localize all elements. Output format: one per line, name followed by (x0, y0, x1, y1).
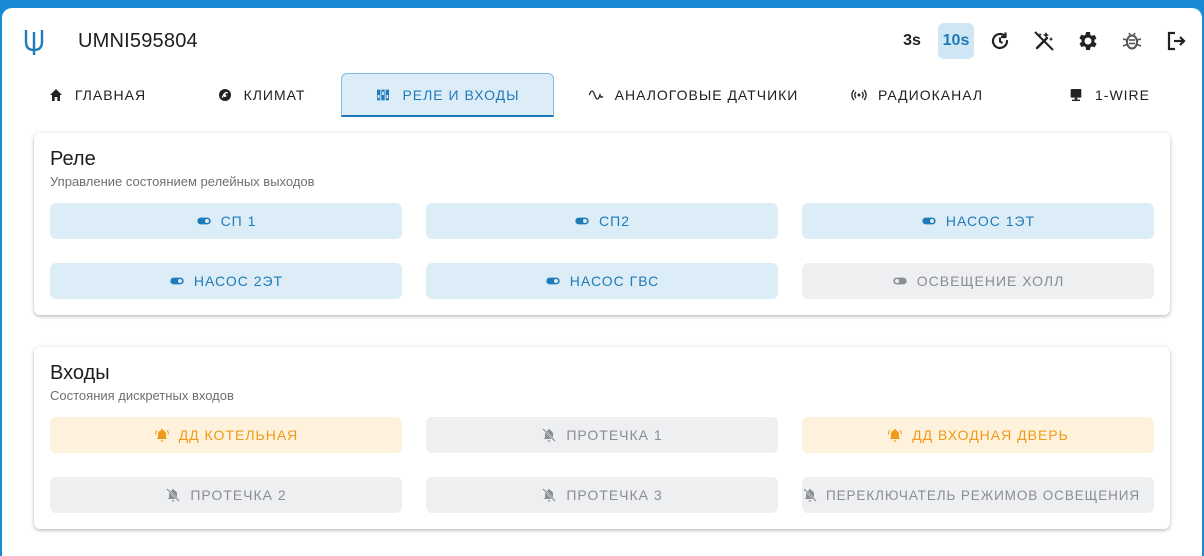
radio-icon (851, 89, 867, 101)
bell-off-icon (542, 488, 557, 502)
input-status: ПРОТЕЧКА 3 (426, 477, 778, 513)
settings-button[interactable] (1070, 23, 1106, 59)
header: UMNI595804 3s 10s (2, 8, 1202, 72)
inputs-title: Входы (50, 362, 110, 384)
input-label: ДД КОТЕЛЬНАЯ (178, 427, 299, 443)
relay-label: НАСОС ГВС (569, 273, 660, 289)
tab-label: КЛИМАТ (243, 87, 306, 103)
tab-analog-sensors[interactable]: АНАЛОГОВЫЕ ДАТЧИКИ (554, 73, 832, 117)
interval-3s-button[interactable]: 3s (894, 23, 930, 59)
bell-ring-icon (888, 429, 903, 442)
sine-wave-icon (588, 90, 603, 100)
refresh-button[interactable] (982, 23, 1018, 59)
input-label: ПРОТЕЧКА 3 (566, 487, 663, 503)
toggle-off-icon (893, 277, 907, 285)
toggle-on-icon (575, 217, 589, 225)
tab-1-wire[interactable]: 1-WIRE (1024, 73, 1194, 117)
toggle-on-icon (170, 277, 184, 285)
relays-title: Реле (50, 148, 96, 170)
interval-10s-button[interactable]: 10s (938, 23, 974, 59)
inputs-subtitle: Состояния дискретных входов (50, 388, 234, 403)
relay-button[interactable]: НАСОС 1ЭТ (802, 203, 1154, 239)
tab-home[interactable]: ГЛАВНАЯ (12, 73, 182, 117)
history-refresh-icon (991, 32, 1009, 50)
tab-bar: ГЛАВНАЯ КЛИМАТ РЕЛЕ И ВХОДЫ АНАЛОГОВЫЕ Д… (2, 72, 1202, 118)
relays-card: Реле Управление состоянием релейных выхо… (34, 133, 1170, 315)
toggle-on-icon (922, 217, 936, 225)
bell-off-icon (803, 488, 817, 502)
bell-ring-icon (154, 429, 169, 442)
tab-label: 1-WIRE (1095, 87, 1150, 103)
logout-button[interactable] (1158, 23, 1194, 59)
gear-icon (1079, 32, 1097, 50)
tab-climate[interactable]: КЛИМАТ (182, 73, 340, 117)
relay-label: СП 1 (220, 213, 257, 229)
tab-label: ГЛАВНАЯ (74, 87, 147, 103)
toggle-on-icon (196, 217, 211, 225)
relay-icon (377, 89, 390, 100)
input-status: ДД ВХОДНАЯ ДВЕРЬ (802, 417, 1154, 453)
relay-label: НАСОС 2ЭТ (193, 273, 284, 289)
device-name: UMNI595804 (78, 30, 198, 52)
input-label: ПРОТЕЧКА 1 (566, 427, 663, 443)
bell-off-icon (542, 428, 557, 442)
relay-label: ОСВЕЩЕНИЕ ХОЛЛ (916, 273, 1065, 289)
toggle-on-icon (546, 277, 560, 285)
input-label: ДД ВХОДНАЯ ДВЕРЬ (912, 427, 1069, 443)
relay-button[interactable]: ОСВЕЩЕНИЕ ХОЛЛ (802, 263, 1154, 299)
logo-icon (24, 30, 44, 55)
relay-button[interactable]: НАСОС 2ЭТ (50, 263, 402, 299)
auto-fix-off-icon (1034, 31, 1054, 51)
tab-relays-inputs[interactable]: РЕЛЕ И ВХОДЫ (341, 73, 554, 117)
input-status: ПРОТЕЧКА 2 (50, 477, 402, 513)
bell-off-icon (166, 488, 181, 502)
magic-off-button[interactable] (1026, 23, 1062, 59)
tab-label: РЕЛЕ И ВХОДЫ (402, 86, 520, 103)
home-icon (49, 89, 62, 101)
one-wire-icon (1070, 89, 1082, 101)
relay-label: НАСОС 1ЭТ (945, 213, 1036, 229)
tab-label: РАДИОКАНАЛ (877, 87, 984, 103)
relay-button[interactable]: НАСОС ГВС (426, 263, 778, 299)
input-status: ДД КОТЕЛЬНАЯ (50, 417, 402, 453)
climate-icon (218, 89, 231, 101)
debug-button[interactable] (1114, 23, 1150, 59)
relay-button[interactable]: СП 1 (50, 203, 402, 239)
relays-subtitle: Управление состоянием релейных выходов (50, 174, 315, 189)
app-window: UMNI595804 3s 10s ГЛАВНАЯ КЛИМАТ РЕЛЕ И … (2, 8, 1202, 556)
logout-icon (1167, 31, 1186, 51)
relay-label: СП2 (599, 213, 630, 229)
input-label: ПЕРЕКЛЮЧАТЕЛЬ РЕЖИМОВ ОСВЕЩЕНИЯ (826, 487, 1140, 503)
bug-icon (1122, 32, 1142, 50)
tab-radio[interactable]: РАДИОКАНАЛ (832, 73, 1002, 117)
input-status: ПЕРЕКЛЮЧАТЕЛЬ РЕЖИМОВ ОСВЕЩЕНИЯ (802, 477, 1154, 513)
tab-label: АНАЛОГОВЫЕ ДАТЧИКИ (614, 87, 799, 103)
relay-button[interactable]: СП2 (426, 203, 778, 239)
input-status: ПРОТЕЧКА 1 (426, 417, 778, 453)
inputs-card: Входы Состояния дискретных входов ДД КОТ… (34, 347, 1170, 529)
input-label: ПРОТЕЧКА 2 (190, 487, 287, 503)
